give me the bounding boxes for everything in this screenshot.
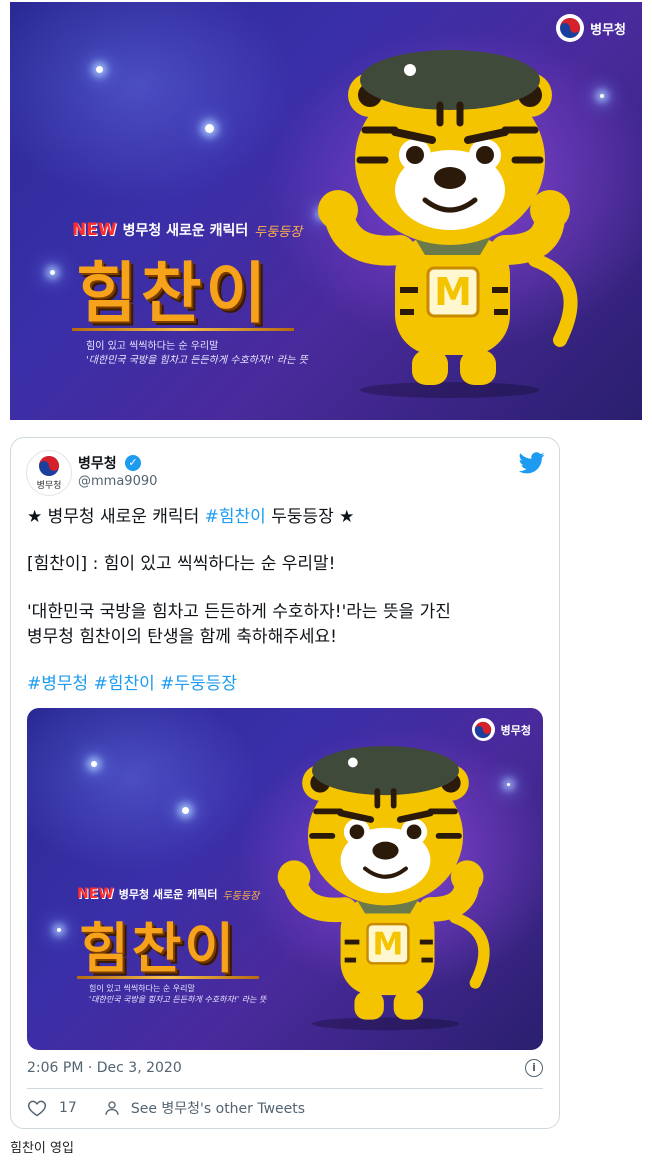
- taegeuk-emblem-icon: [39, 456, 59, 476]
- author-name[interactable]: 병무청: [78, 453, 117, 473]
- desc-line-2: '대한민국 국방을 힘차고 든든하게 수호하자!' 라는 뜻: [86, 354, 308, 366]
- title-underline: [77, 976, 259, 979]
- tweet-card[interactable]: 병무청 병무청 ✓ @mma9090 ★ 병무청 새로운 캐릭터 #힘찬이 두둥…: [10, 437, 560, 1129]
- tweet-line-2: [힘찬이] : 힘이 있고 씩씩하다는 순 우리말!: [27, 554, 336, 574]
- poster-title: 힘찬이: [76, 255, 271, 332]
- sparkle: [96, 66, 103, 73]
- desc-line-1: 힘이 있고 씩씩하다는 순 우리말: [86, 341, 219, 352]
- poster-subhead: 병무청 새로운 캐릭터: [122, 223, 249, 239]
- poster-subhead: 병무청 새로운 캐릭터: [118, 888, 218, 901]
- tweet-line-4: 병무청 힘찬이의 탄생을 함께 축하해주세요!: [27, 627, 337, 647]
- author-handle[interactable]: @mma9090: [78, 474, 157, 489]
- taegeuk-emblem-icon: [556, 14, 585, 42]
- post-caption: 힘찬이 영입: [10, 1141, 74, 1156]
- poster-description: 힘이 있고 씩씩하다는 순 우리말 '대한민국 국방을 힘차고 든든하게 수호하…: [89, 984, 266, 1006]
- brand-logo: 병무청: [471, 718, 531, 741]
- sparkle: [57, 928, 61, 932]
- tweet-line-1: ★ 병무청 새로운 캐릭터 #힘찬이 두둥등장 ★: [27, 507, 355, 527]
- poster-headline: NEW 병무청 새로운 캐릭터 두둥등장: [77, 886, 259, 902]
- info-icon[interactable]: i: [525, 1059, 543, 1077]
- new-tag: NEW: [72, 220, 117, 240]
- sparkle: [205, 124, 214, 133]
- poster-handwritten: 두둥등장: [254, 224, 303, 240]
- new-tag: NEW: [77, 886, 114, 902]
- tweet-timestamp[interactable]: 2:06 PM · Dec 3, 2020: [27, 1060, 182, 1076]
- hashtag-link[interactable]: #힘찬이: [205, 507, 266, 527]
- tweet-media-image[interactable]: 병무청 NEW 병무청 새로운 캐릭터 두둥등장 힘찬이 힘이 있고 씩씩하다는…: [27, 708, 543, 1050]
- hashtag-link[interactable]: #힘찬이: [94, 674, 155, 694]
- poster-handwritten: 두둥등장: [222, 890, 260, 902]
- taegeuk-emblem-icon: [471, 718, 495, 741]
- tiger-mascot: M: [277, 746, 490, 1031]
- sparkle: [182, 807, 189, 814]
- hashtag-link[interactable]: #두둥등장: [160, 674, 237, 694]
- poster-description: 힘이 있고 씩씩하다는 순 우리말 '대한민국 국방을 힘차고 든든하게 수호하…: [86, 340, 308, 367]
- brand-name: 병무청: [590, 22, 626, 38]
- poster-headline: NEW 병무청 새로운 캐릭터 두둥등장: [72, 220, 302, 240]
- tiger-mascot: M: [318, 50, 578, 398]
- poster-title: 힘찬이: [79, 917, 238, 980]
- svg-text:M: M: [434, 270, 472, 314]
- top-poster-image: 병무청 NEW 병무청 새로운 캐릭터 두둥등장 힘찬이 힘이 있고 씩씩하다는…: [10, 2, 642, 420]
- tweet-actions: 17 See 병무청's other Tweets: [27, 1098, 305, 1118]
- tweet-hashtags: #병무청 #힘찬이 #두둥등장: [27, 672, 543, 697]
- avatar[interactable]: 병무청: [26, 450, 72, 496]
- hashtag-link[interactable]: #병무청: [27, 674, 88, 694]
- like-count: 17: [59, 1100, 77, 1116]
- brand-name: 병무청: [500, 723, 531, 737]
- twitter-bird-icon[interactable]: [519, 452, 545, 474]
- divider: [27, 1088, 543, 1089]
- person-icon: [105, 1101, 119, 1115]
- tweet-line-3: '대한민국 국방을 힘차고 든든하게 수호하자!'라는 뜻을 가진: [27, 602, 451, 622]
- desc-line-2: '대한민국 국방을 힘차고 든든하게 수호하자!' 라는 뜻: [89, 994, 267, 1004]
- svg-text:M: M: [373, 926, 404, 962]
- see-other-tweets-link[interactable]: See 병무청's other Tweets: [131, 1098, 305, 1118]
- avatar-label: 병무청: [36, 481, 62, 491]
- sparkle: [50, 270, 55, 275]
- sparkle: [91, 761, 97, 767]
- title-underline: [72, 328, 294, 331]
- brand-logo: 병무청: [556, 14, 626, 42]
- verified-badge-icon: ✓: [125, 455, 141, 471]
- heart-icon[interactable]: [27, 1098, 47, 1118]
- desc-line-1: 힘이 있고 씩씩하다는 순 우리말: [89, 984, 195, 993]
- sparkle: [600, 94, 604, 98]
